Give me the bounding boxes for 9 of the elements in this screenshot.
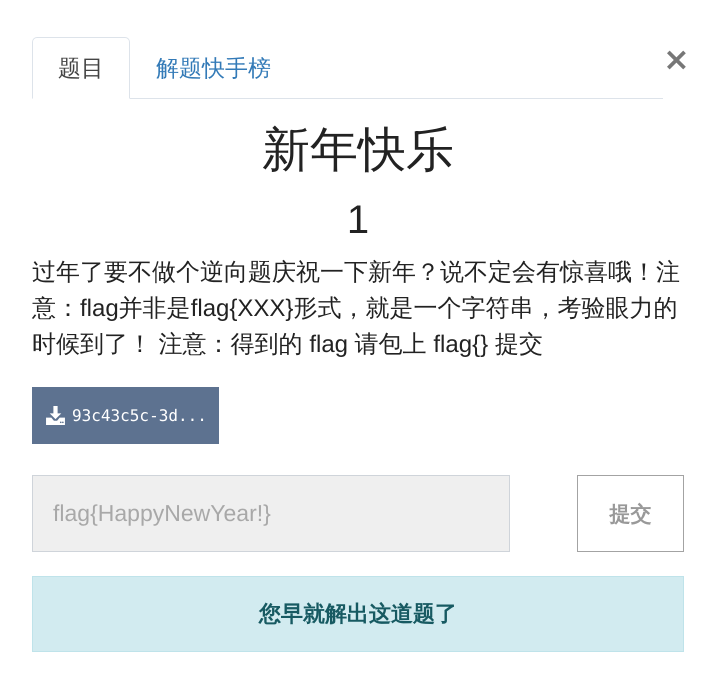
challenge-description: 过年了要不做个逆向题庆祝一下新年？说不定会有惊喜哦！注意：flag并非是flag{XXX}形式，就是一个字符串，考验眼力的时候到了！ 注意：得到的 flag 请包上 flag{} 提交 xyxy=(32,258,681,360)
close-button[interactable]: × xyxy=(663,41,685,77)
solved-alert: 您早就解出这道题了 xyxy=(32,576,684,652)
download-icon xyxy=(45,405,66,426)
tab[interactable]: 题目 xyxy=(32,37,130,99)
challenge-title: 新年快乐 xyxy=(261,123,455,179)
tab[interactable]: 解题快手榜 xyxy=(130,37,297,99)
challenge-points: 1 xyxy=(346,197,370,243)
download-file-button[interactable]: 93c43c5c-3d... xyxy=(32,387,219,444)
